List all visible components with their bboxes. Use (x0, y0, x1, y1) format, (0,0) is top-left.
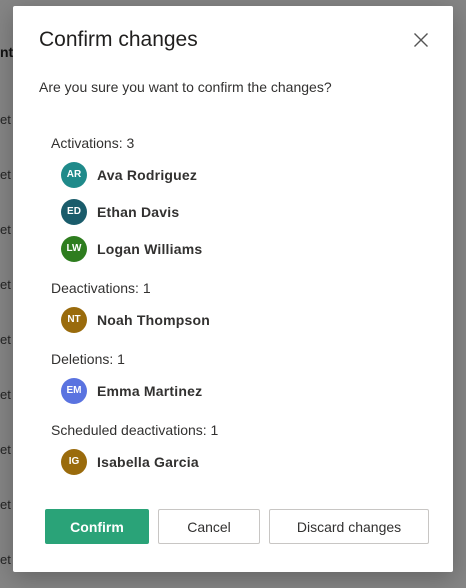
cancel-button[interactable]: Cancel (158, 509, 260, 544)
person-name: Ethan Davis (97, 203, 180, 220)
person-item: ED Ethan Davis (61, 193, 431, 230)
avatar: EM (61, 377, 87, 404)
avatar: IG (61, 448, 87, 475)
person-item: LW Logan Williams (61, 230, 431, 267)
person-name: Ava Rodriguez (97, 166, 198, 183)
section-header: Deletions: 1 (51, 351, 125, 367)
confirm-changes-dialog: Confirm changes Are you sure you want to… (13, 6, 453, 572)
avatar: AR (61, 161, 87, 188)
section-deactivations: Deactivations: 1 NT Noah Thompson (51, 279, 431, 338)
dialog-title: Confirm changes (39, 28, 198, 51)
avatar: NT (61, 306, 87, 333)
changes-summary: Activations: 3 AR Ava Rodriguez ED Ethan… (51, 134, 431, 492)
person-name: Isabella Garcia (97, 453, 199, 470)
dialog-footer: Confirm Cancel Discard changes (45, 509, 429, 544)
section-header: Activations: 3 (51, 135, 135, 151)
person-name: Logan Williams (97, 240, 203, 257)
section-deletions: Deletions: 1 EM Emma Martinez (51, 350, 431, 409)
discard-changes-button[interactable]: Discard changes (269, 509, 429, 544)
avatar: ED (61, 198, 87, 225)
avatar: LW (61, 235, 87, 262)
section-header: Scheduled deactivations: 1 (51, 422, 219, 438)
person-name: Noah Thompson (97, 311, 211, 328)
person-item: EM Emma Martinez (61, 372, 431, 409)
section-activations: Activations: 3 AR Ava Rodriguez ED Ethan… (51, 134, 431, 267)
person-item: NT Noah Thompson (61, 301, 431, 338)
dialog-message: Are you sure you want to confirm the cha… (39, 79, 332, 95)
person-item: AR Ava Rodriguez (61, 156, 431, 193)
section-scheduled-deactivations: Scheduled deactivations: 1 IG Isabella G… (51, 421, 431, 480)
section-header: Deactivations: 1 (51, 280, 151, 296)
person-item: IG Isabella Garcia (61, 443, 431, 480)
close-button[interactable] (411, 30, 431, 50)
close-icon (414, 33, 428, 47)
person-name: Emma Martinez (97, 382, 203, 399)
confirm-button[interactable]: Confirm (45, 509, 149, 544)
